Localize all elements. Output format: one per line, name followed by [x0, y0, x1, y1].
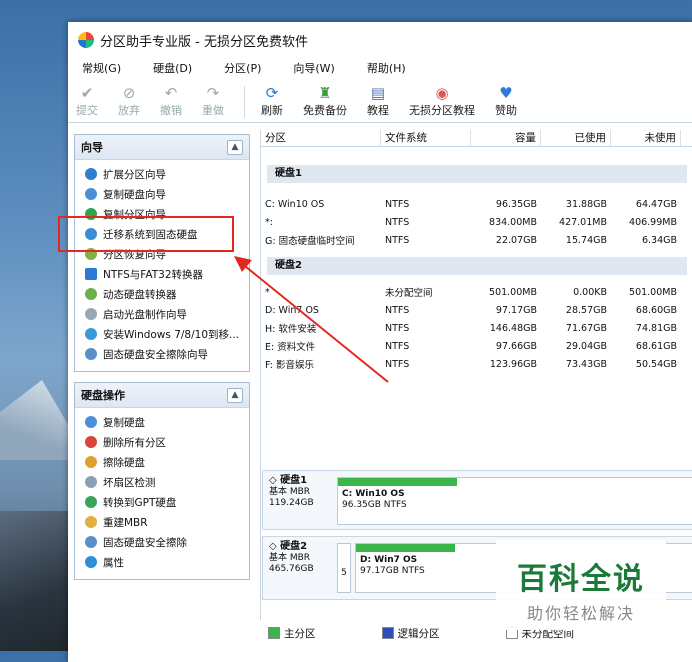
partition-bar-c[interactable]: C: Win10 OS 96.35GB NTFS [337, 477, 692, 525]
wizard-panel: 向导 ▲ 扩展分区向导 复制硬盘向导 复制分区向导 迁移系统到固态硬盘 分区恢复… [74, 134, 250, 372]
refresh-button[interactable]: ⟳ 刷新 [261, 84, 283, 118]
menu-general[interactable]: 常规(G) [82, 60, 121, 76]
undo-icon: ↶ [164, 84, 178, 102]
wizard-boot-cd[interactable]: 启动光盘制作向导 [75, 304, 249, 324]
group-disk1[interactable]: 硬盘1 [267, 165, 687, 183]
refresh-icon: ⟳ [265, 84, 279, 102]
disk-rebuild-mbr[interactable]: 重建MBR [75, 512, 249, 532]
disk-bad-sector[interactable]: 坏扇区检测 [75, 472, 249, 492]
disk2-label: ◇ 硬盘2 基本 MBR 465.76GB [269, 541, 314, 574]
disk-icon: ◇ [269, 475, 281, 486]
redo-button[interactable]: ↷ 重做 [202, 84, 224, 118]
menu-wizard[interactable]: 向导(W) [293, 60, 334, 76]
table-row[interactable]: C: Win10 OS NTFS 96.35GB 31.88GB 64.47GB [261, 195, 692, 213]
disk-ops-title: 硬盘操作 [81, 389, 125, 402]
app-logo-icon [78, 32, 94, 48]
title-bar: 分区助手专业版 - 无损分区免费软件 [68, 22, 692, 58]
wizard-ntfs-fat32[interactable]: NTFS与FAT32转换器 [75, 264, 249, 284]
submit-button[interactable]: ✔ 提交 [76, 84, 98, 118]
copy-disk-icon [85, 188, 97, 200]
redo-icon: ↷ [206, 84, 220, 102]
logical-swatch [381, 627, 394, 639]
table-row[interactable]: G: 固态硬盘临时空间 NTFS 22.07GB 15.74GB 6.34GB [261, 231, 692, 249]
tutorial-video-icon: ◉ [435, 84, 449, 102]
wizard-panel-header: 向导 ▲ [75, 135, 249, 160]
convert-icon [85, 268, 97, 280]
watermark-title: 百科全说 [517, 562, 645, 597]
primary-swatch [268, 627, 280, 639]
disk-wipe[interactable]: 擦除硬盘 [75, 452, 249, 472]
unallocated-bar[interactable]: 5 [337, 543, 351, 593]
erase-icon [85, 348, 97, 360]
toolbar: ✔ 提交 ⊘ 放弃 ↶ 撤销 ↷ 重做 ⟳ 刷新 ♜ 免费备份 ▤ 教程 ◉ 无损分区教程 ♥ 赞… [68, 78, 692, 123]
backup-button[interactable]: ♜ 免费备份 [303, 84, 347, 118]
mbr-icon [85, 516, 97, 528]
copy-disk-icon [85, 416, 97, 428]
dynamic-disk-icon [85, 288, 97, 300]
disk-ops-header: 硬盘操作 ▲ [75, 383, 249, 408]
disk-properties[interactable]: 属性 [75, 552, 249, 572]
tutorial-button[interactable]: ▤ 教程 [367, 84, 389, 118]
menu-disk[interactable]: 硬盘(D) [153, 60, 192, 76]
disk1-label: ◇ 硬盘1 基本 MBR 119.24GB [269, 475, 314, 508]
info-icon [85, 556, 97, 568]
backup-icon: ♜ [318, 84, 332, 102]
wizard-extend-partition[interactable]: 扩展分区向导 [75, 164, 249, 184]
windows-icon [85, 328, 97, 340]
delete-icon [85, 436, 97, 448]
discard-button[interactable]: ⊘ 放弃 [118, 84, 140, 118]
used-fill [338, 478, 457, 486]
disk-ssd-erase[interactable]: 固态硬盘安全擦除 [75, 532, 249, 552]
col-filesystem[interactable]: 文件系统 [381, 130, 471, 146]
highlight-box [58, 216, 234, 252]
menu-bar: 常规(G) 硬盘(D) 分区(P) 向导(W) 帮助(H) [68, 58, 692, 78]
col-free[interactable]: 未使用 [611, 130, 681, 146]
desktop-background [0, 380, 70, 460]
window-title: 分区助手专业版 - 无损分区免费软件 [100, 34, 308, 50]
col-capacity[interactable]: 容量 [471, 130, 541, 146]
extend-icon [85, 168, 97, 180]
disk-delete-all[interactable]: 删除所有分区 [75, 432, 249, 452]
table-row[interactable]: *: NTFS 834.00MB 427.01MB 406.99MB [261, 213, 692, 231]
collapse-icon[interactable]: ▲ [227, 139, 243, 155]
legend-primary: 主分区 [268, 626, 316, 641]
annotation-arrow [234, 256, 389, 383]
watermark: 百科全说 助你轻松解决 [496, 540, 666, 630]
scan-icon [85, 476, 97, 488]
undo-button[interactable]: ↶ 撤销 [160, 84, 182, 118]
watermark-subtitle: 助你轻松解决 [526, 604, 635, 623]
col-partition[interactable]: 分区 [261, 130, 381, 146]
disk-ops-panel: 硬盘操作 ▲ 复制硬盘 删除所有分区 擦除硬盘 坏扇区检测 转换到GPT硬盘 重… [74, 382, 250, 580]
disk-icon: ◇ [269, 541, 281, 552]
menu-help[interactable]: 帮助(H) [367, 60, 406, 76]
used-fill [356, 544, 456, 552]
table-header: 分区 文件系统 容量 已使用 未使用 [261, 130, 692, 147]
cd-icon [85, 308, 97, 320]
wizard-dynamic-disk[interactable]: 动态硬盘转换器 [75, 284, 249, 304]
wizard-install-windows[interactable]: 安装Windows 7/8/10到移... [75, 324, 249, 344]
discard-icon: ⊘ [122, 84, 136, 102]
erase-icon [85, 536, 97, 548]
disk-copy[interactable]: 复制硬盘 [75, 412, 249, 432]
toolbar-separator [244, 86, 245, 118]
disk-to-gpt[interactable]: 转换到GPT硬盘 [75, 492, 249, 512]
partition-tutorial-button[interactable]: ◉ 无损分区教程 [409, 84, 475, 118]
sponsor-button[interactable]: ♥ 赞助 [495, 84, 517, 118]
check-icon: ✔ [80, 84, 94, 102]
disk-map-1[interactable]: ◇ 硬盘1 基本 MBR 119.24GB C: Win10 OS 96.35GB… [262, 470, 692, 530]
legend-logical: 逻辑分区 [381, 626, 440, 641]
menu-partition[interactable]: 分区(P) [224, 60, 261, 76]
wizard-ssd-erase[interactable]: 固态硬盘安全擦除向导 [75, 344, 249, 364]
wizard-panel-title: 向导 [81, 141, 103, 154]
tutorial-icon: ▤ [370, 84, 386, 102]
col-used[interactable]: 已使用 [541, 130, 611, 146]
wizard-copy-disk[interactable]: 复制硬盘向导 [75, 184, 249, 204]
gpt-icon [85, 496, 97, 508]
wipe-icon [85, 456, 97, 468]
heart-icon: ♥ [499, 84, 513, 102]
